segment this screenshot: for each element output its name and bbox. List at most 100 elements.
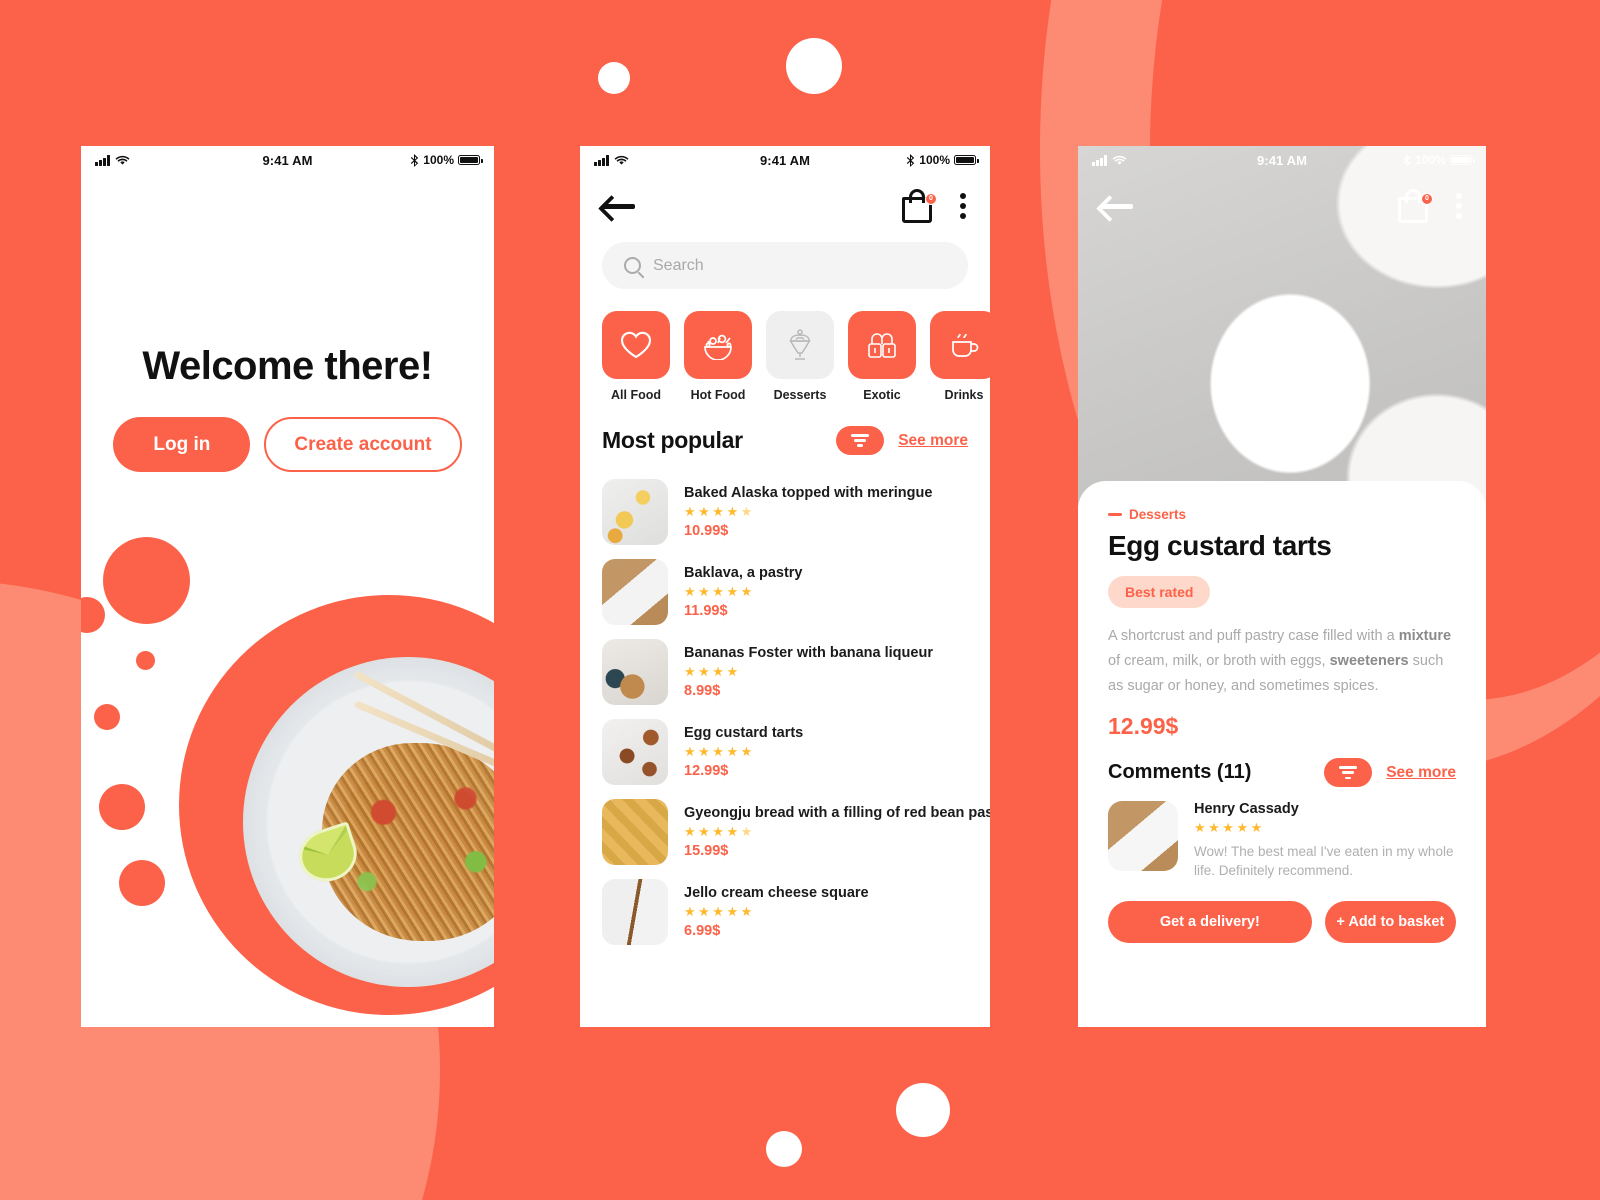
decor-circle [119, 860, 165, 906]
drink-cup-icon [952, 333, 979, 357]
back-arrow-icon[interactable] [1100, 193, 1136, 219]
product-title: Egg custard tarts [1108, 530, 1332, 561]
chip-label: Drinks [944, 388, 984, 402]
avatar [1108, 801, 1178, 872]
item-thumbnail [602, 639, 668, 705]
decor-dot [766, 1131, 802, 1167]
item-name: Baked Alaska topped with meringue [684, 485, 933, 501]
search-input[interactable] [653, 256, 946, 275]
more-options-icon[interactable] [1456, 193, 1464, 219]
see-more-link[interactable]: See more [898, 432, 968, 450]
get-delivery-button[interactable]: Get a delivery! [1108, 901, 1312, 944]
comments-see-more-link[interactable]: See more [1386, 764, 1456, 782]
item-rating: ★★★★★ [684, 504, 755, 519]
decor-dot [786, 38, 842, 94]
add-to-basket-button[interactable]: + Add to basket [1324, 901, 1456, 944]
decor-dot [598, 62, 630, 94]
welcome-content: Welcome there! Log in Create account [81, 174, 494, 1027]
category-chip-all-food[interactable]: All Food [602, 311, 670, 402]
catalog-content: 0 All Food Hot Food [580, 174, 990, 1027]
list-item[interactable]: Baklava, a pastry ★★★★★ 11.99$ [602, 559, 968, 625]
item-thumbnail [602, 559, 668, 625]
phone-catalog-screen: 9:41 AM 100% 0 A [580, 146, 990, 1027]
salad-bowl-icon [704, 334, 732, 360]
item-price: 8.99$ [684, 683, 721, 699]
status-badge: Best rated [1108, 576, 1211, 608]
app-bar: 0 [1078, 174, 1486, 230]
category-chip-drinks[interactable]: Drinks [930, 311, 990, 402]
product-category: Desserts [1108, 507, 1456, 522]
category-chips: All Food Hot Food Desserts Exotic Drinks [580, 289, 990, 402]
comment-body: Henry Cassady ★★★★★ Wow! The best meal I… [1194, 801, 1456, 881]
welcome-illustration [81, 507, 494, 1027]
item-info: Jello cream cheese square ★★★★★ 6.99$ [684, 885, 869, 939]
chopsticks-illustration [353, 657, 494, 822]
item-name: Baklava, a pastry [684, 565, 803, 581]
chip-tile [766, 311, 834, 379]
list-item[interactable]: Baked Alaska topped with meringue ★★★★★ … [602, 479, 968, 545]
product-category-label: Desserts [1129, 507, 1187, 522]
comments-header: Comments (11) See more [1108, 758, 1456, 788]
more-options-icon[interactable] [960, 193, 968, 219]
category-chip-exotic[interactable]: Exotic [848, 311, 916, 402]
status-right: 100% [906, 153, 979, 167]
item-price: 11.99$ [684, 603, 728, 619]
item-info: Gyeongju bread with a filling of red bea… [684, 805, 990, 859]
product-description: A shortcrust and puff pastry case filled… [1108, 624, 1456, 699]
battery-percent: 100% [423, 153, 454, 167]
list-item[interactable]: Bananas Foster with banana liqueur ★★★★ … [602, 639, 968, 705]
chip-tile [848, 311, 916, 379]
list-item[interactable]: Egg custard tarts ★★★★★ 12.99$ [602, 719, 968, 785]
item-price: 6.99$ [684, 923, 721, 939]
category-chip-hot-food[interactable]: Hot Food [684, 311, 752, 402]
item-thumbnail [602, 719, 668, 785]
item-rating: ★★★★★ [684, 904, 755, 919]
shopping-bag-icon[interactable]: 0 [900, 188, 937, 224]
cart-badge: 0 [1421, 193, 1433, 205]
sushi-icon [868, 333, 896, 358]
chip-label: Hot Food [690, 388, 746, 402]
chip-label: All Food [611, 388, 661, 402]
decor-circle [136, 651, 155, 670]
item-name: Jello cream cheese square [684, 885, 869, 901]
list-item[interactable]: Gyeongju bread with a filling of red bea… [602, 799, 990, 865]
item-thumbnail [602, 799, 668, 865]
product-price: 12.99$ [1108, 713, 1179, 740]
create-account-button[interactable]: Create account [264, 417, 462, 472]
list-item[interactable]: Jello cream cheese square ★★★★★ 6.99$ [602, 879, 968, 945]
product-hero-image: 9:41 AM 100% 0 [1078, 146, 1486, 506]
bluetooth-icon [411, 153, 419, 167]
item-info: Baklava, a pastry ★★★★★ 11.99$ [684, 565, 803, 619]
item-rating: ★★★★★ [684, 824, 755, 839]
status-right: 100% [410, 153, 483, 167]
status-bar: 9:41 AM 100% [580, 146, 990, 174]
item-price: 10.99$ [684, 523, 729, 539]
comments-title: Comments (11) [1108, 761, 1252, 784]
search-bar[interactable] [602, 242, 968, 289]
comment-item: Henry Cassady ★★★★★ Wow! The best meal I… [1108, 801, 1456, 881]
heart-icon [620, 331, 652, 359]
comment-rating: ★★★★★ [1194, 820, 1265, 836]
back-arrow-icon[interactable] [602, 193, 638, 219]
page-title: Welcome there! [142, 344, 433, 388]
chip-tile [684, 311, 752, 379]
login-button[interactable]: Log in [113, 417, 251, 472]
search-icon [624, 257, 641, 274]
battery-icon [954, 155, 979, 165]
status-bar: 9:41 AM 100% [1078, 146, 1486, 174]
popular-items-list: Baked Alaska topped with meringue ★★★★★ … [580, 455, 990, 1027]
shopping-bag-icon[interactable]: 0 [1396, 188, 1433, 224]
category-chip-desserts[interactable]: Desserts [766, 311, 834, 402]
phone-detail-screen: 9:41 AM 100% 0 Desserts Egg custard tart… [1078, 146, 1486, 1027]
comments-filter-button[interactable] [1324, 758, 1373, 788]
item-rating: ★★★★★ [684, 744, 755, 759]
detail-actions: Get a delivery! + Add to basket [1108, 901, 1456, 944]
item-info: Baked Alaska topped with meringue ★★★★★ … [684, 485, 932, 539]
comment-text: Wow! The best meal I've eaten in my whol… [1194, 844, 1454, 879]
welcome-actions: Log in Create account [81, 417, 494, 472]
filter-button[interactable] [836, 426, 885, 455]
status-right: 100% [1402, 153, 1475, 167]
section-title: Most popular [602, 427, 743, 453]
section-header: Most popular See more [580, 402, 990, 455]
chip-label: Exotic [863, 388, 901, 402]
